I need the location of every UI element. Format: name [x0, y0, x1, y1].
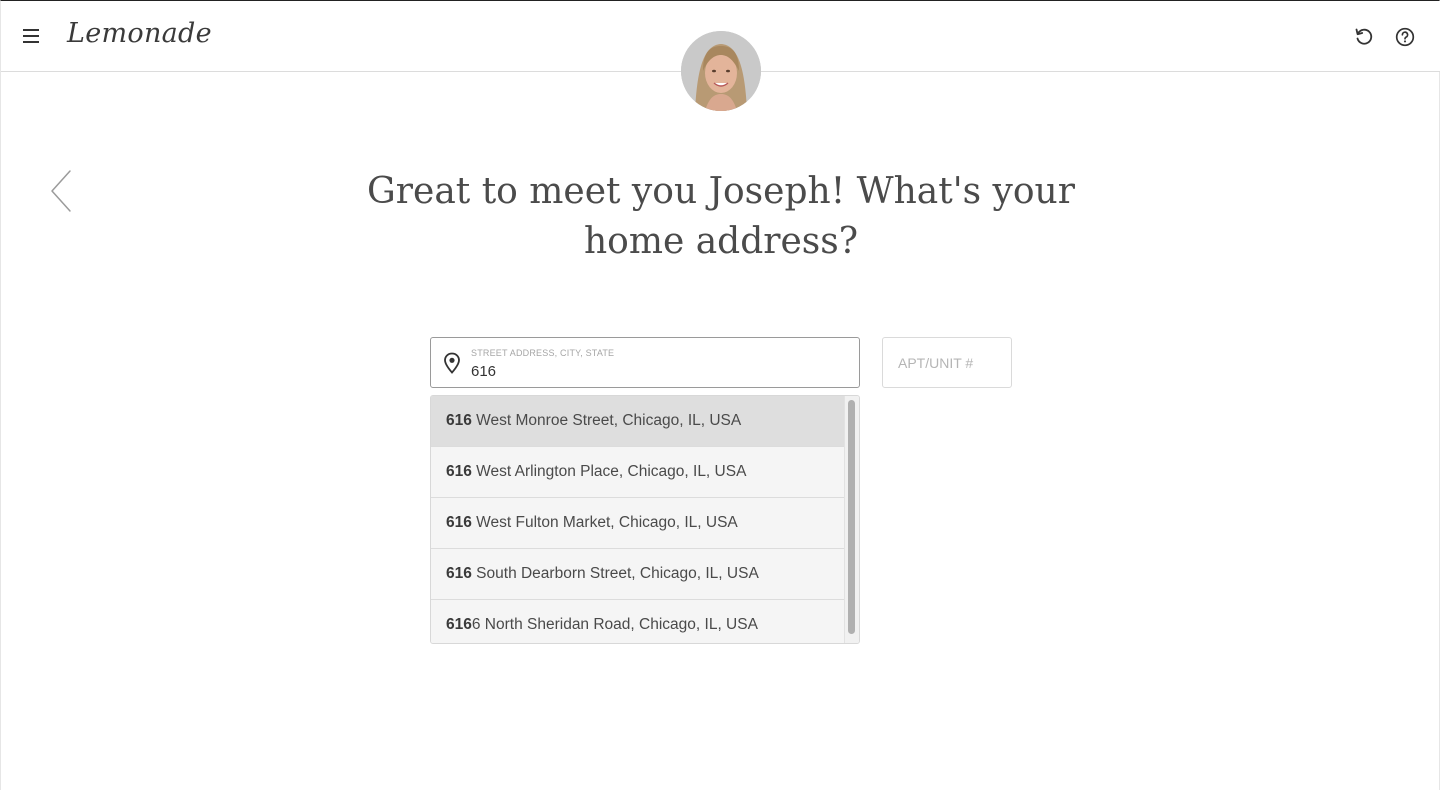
- lemonade-logo[interactable]: Lemonade: [67, 18, 212, 49]
- suggestion-item[interactable]: 616 West Fulton Market, Chicago, IL, USA: [431, 498, 845, 549]
- suggestion-item[interactable]: 616 West Arlington Place, Chicago, IL, U…: [431, 447, 845, 498]
- question-line-1: Great to meet you Joseph! What's your: [367, 171, 1075, 212]
- suggestion-match: 616: [446, 565, 472, 582]
- suggestions-scrollbar[interactable]: [844, 396, 859, 643]
- suggestion-item[interactable]: 6166 North Sheridan Road, Chicago, IL, U…: [431, 600, 845, 643]
- suggestion-match: 616: [446, 412, 472, 429]
- suggestion-rest: West Arlington Place, Chicago, IL, USA: [471, 463, 747, 480]
- suggestion-item[interactable]: 616 South Dearborn Street, Chicago, IL, …: [431, 549, 845, 600]
- question-line-2: home address?: [583, 221, 859, 262]
- suggestion-item[interactable]: 616 West Monroe Street, Chicago, IL, USA: [431, 396, 845, 447]
- app-window: Lemonade Great to meet you Joseph! What'…: [0, 0, 1440, 790]
- address-suggestions-dropdown: 616 West Monroe Street, Chicago, IL, USA…: [430, 395, 860, 644]
- back-chevron-icon[interactable]: [47, 169, 77, 215]
- help-icon[interactable]: [1394, 26, 1416, 48]
- assistant-avatar: [681, 31, 761, 111]
- address-input[interactable]: STREET ADDRESS, CITY, STATE 616: [430, 337, 860, 388]
- suggestion-rest: West Monroe Street, Chicago, IL, USA: [471, 412, 742, 429]
- apt-unit-placeholder: APT/UNIT #: [898, 355, 974, 371]
- address-field-value[interactable]: 616: [471, 363, 496, 380]
- scrollbar-thumb[interactable]: [848, 400, 855, 634]
- suggestion-rest: West Fulton Market, Chicago, IL, USA: [471, 514, 738, 531]
- suggestion-rest: South Dearborn Street, Chicago, IL, USA: [471, 565, 759, 582]
- restart-icon[interactable]: [1353, 26, 1375, 48]
- address-field-label: STREET ADDRESS, CITY, STATE: [471, 348, 615, 358]
- suggestion-match: 616: [446, 463, 472, 480]
- hamburger-menu-icon[interactable]: [21, 26, 41, 46]
- page-question: Great to meet you Joseph! What's your ho…: [321, 167, 1121, 267]
- location-pin-icon: [443, 352, 461, 374]
- suggestion-rest: 6 North Sheridan Road, Chicago, IL, USA: [471, 616, 758, 633]
- apt-unit-input[interactable]: APT/UNIT #: [882, 337, 1012, 388]
- suggestion-match: 616: [446, 514, 472, 531]
- suggestion-match: 616: [446, 616, 472, 633]
